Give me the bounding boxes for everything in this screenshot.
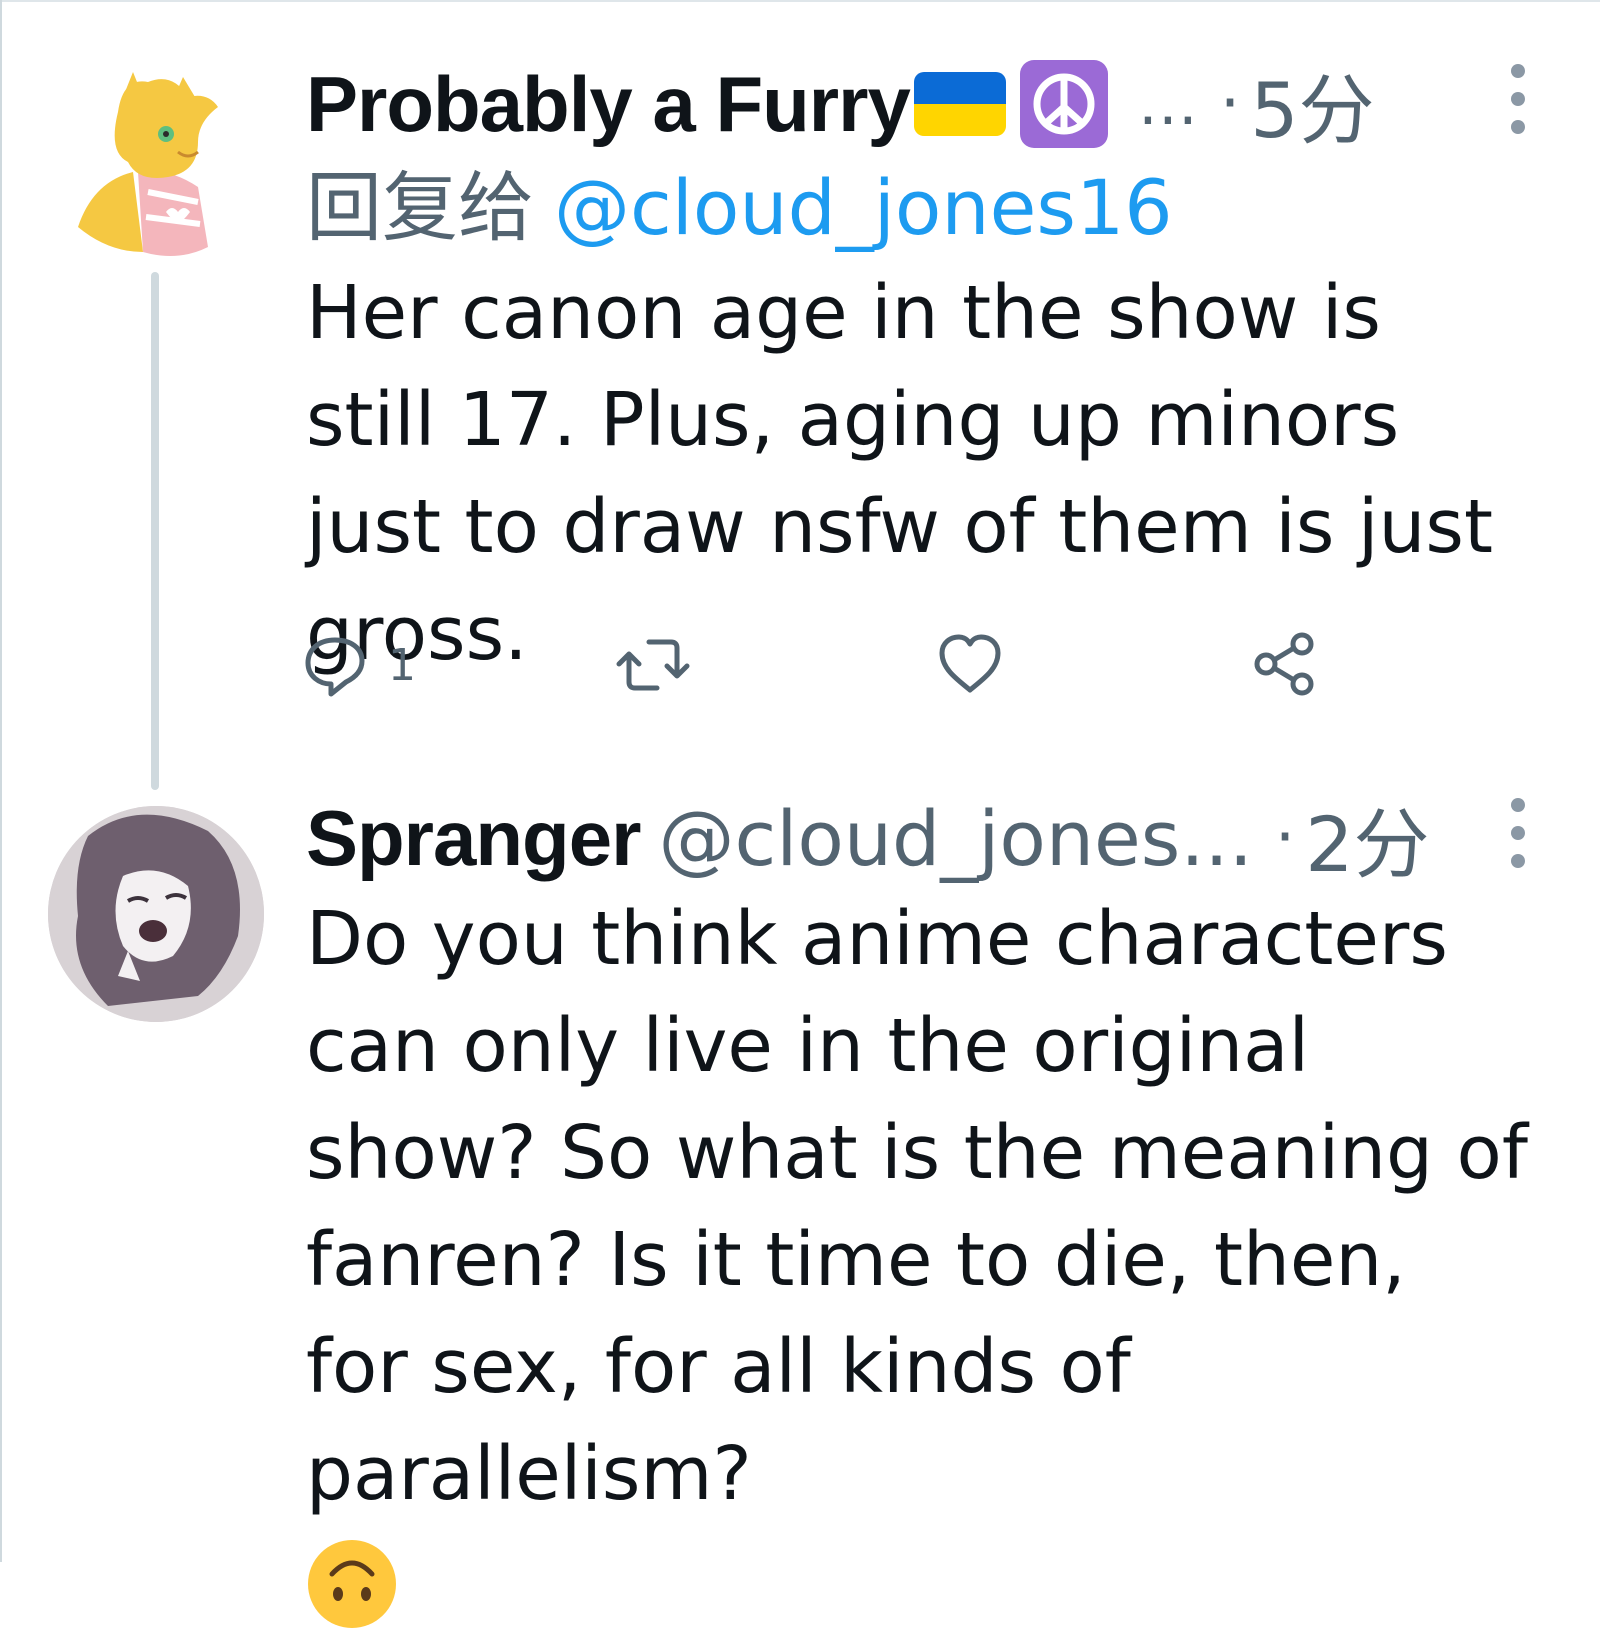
name-truncation: … [1137, 69, 1198, 139]
tweet-probably-a-furry[interactable]: Probably a Furry … · 5分 回复给 @cloud_jones1… [0, 0, 1600, 790]
tweet-timestamp[interactable]: 5分 [1250, 49, 1374, 159]
retweet-icon [616, 639, 690, 691]
more-options-icon[interactable] [1506, 64, 1530, 134]
reply-count: 1 [388, 639, 416, 691]
reply-button[interactable]: 1 [300, 630, 416, 700]
tweet-timestamp[interactable]: 2分 [1305, 783, 1429, 893]
user-handle[interactable]: @cloud_jones... [658, 794, 1252, 883]
tweet-content: Spranger @cloud_jones... · 2分 Do you thi… [306, 790, 1530, 1634]
tweet-header: Probably a Furry … · 5分 [306, 54, 1530, 156]
more-options-icon[interactable] [1506, 798, 1530, 868]
reply-icon [305, 637, 365, 697]
display-name[interactable]: Probably a Furry [306, 59, 911, 150]
fox-avatar-illustration [78, 72, 218, 256]
tweet-text: Her canon age in the show is still 17. P… [306, 270, 1493, 677]
share-icon [1254, 632, 1314, 696]
reply-context: 回复给 @cloud_jones16 [306, 160, 1530, 256]
reply-mention-link[interactable]: @cloud_jones16 [554, 163, 1173, 252]
tweet-content: Probably a Furry … · 5分 回复给 @cloud_jones1… [306, 54, 1530, 688]
tweet-spranger[interactable]: Spranger @cloud_jones... · 2分 Do you thi… [0, 790, 1600, 1628]
display-name[interactable]: Spranger [306, 793, 641, 884]
retweet-button[interactable] [615, 630, 691, 700]
tweet-text: Do you think anime characters can only l… [306, 896, 1528, 1517]
separator-dot: · [1219, 67, 1241, 141]
character-avatar-illustration [48, 806, 264, 1022]
like-button[interactable] [935, 630, 1005, 700]
tweet-header: Spranger @cloud_jones... · 2分 [306, 790, 1530, 890]
reply-prefix: 回复给 [306, 163, 534, 252]
upside-down-face-emoji [308, 1540, 396, 1628]
peace-symbol-icon [1019, 60, 1108, 148]
thread-connector-line [151, 272, 159, 790]
share-button[interactable] [1250, 630, 1320, 700]
separator-dot: · [1274, 801, 1296, 875]
avatar[interactable] [48, 806, 264, 1022]
ukraine-flag-icon [913, 72, 1006, 136]
heart-icon [939, 634, 1001, 693]
tweet-actions: 1 [300, 630, 1340, 700]
avatar[interactable] [48, 52, 260, 264]
